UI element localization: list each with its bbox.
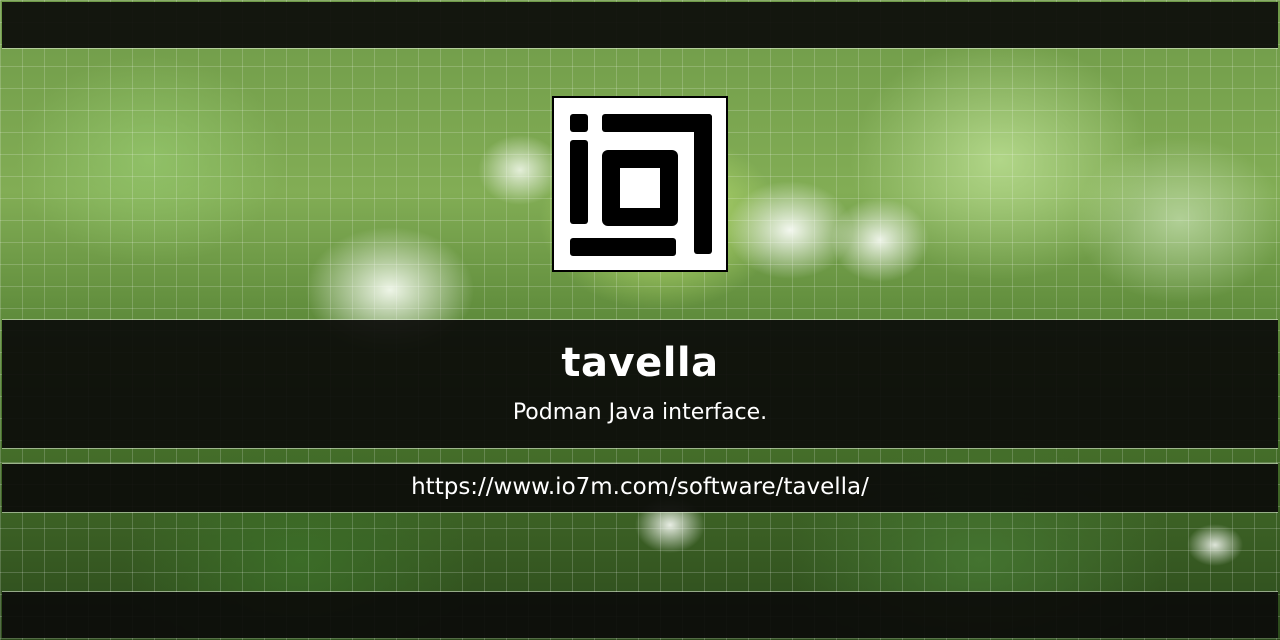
project-description: Podman Java interface. <box>512 400 768 425</box>
divider-line <box>2 512 1278 513</box>
project-url[interactable]: https://www.io7m.com/software/tavella/ <box>0 474 1280 500</box>
divider-line <box>2 448 1278 449</box>
top-band <box>2 2 1278 48</box>
project-title: tavella <box>561 340 719 386</box>
logo-graphic <box>570 114 712 256</box>
io7m-logo-icon <box>552 96 728 272</box>
divider-line <box>2 48 1278 49</box>
project-banner: tavella Podman Java interface. https://w… <box>0 0 1280 640</box>
bottom-band <box>2 592 1278 638</box>
